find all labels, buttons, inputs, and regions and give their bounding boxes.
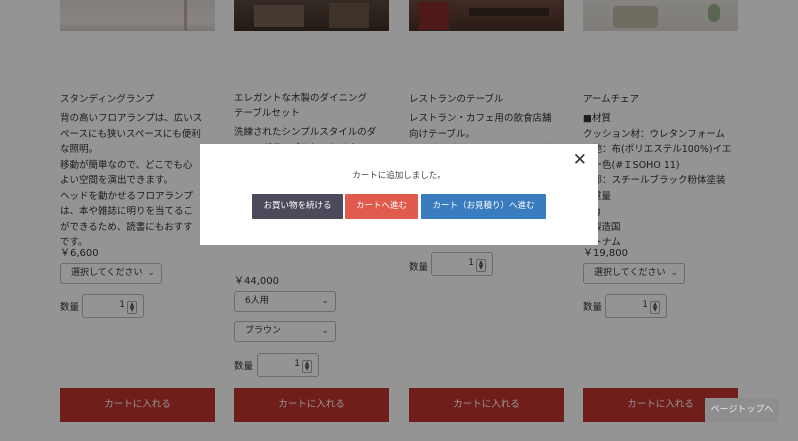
- go-to-estimate-button[interactable]: カート（お見積り）へ進む: [421, 194, 546, 219]
- go-to-cart-button[interactable]: カートへ進む: [345, 194, 418, 219]
- close-icon[interactable]: ✕: [573, 150, 587, 170]
- page-top-button[interactable]: ページトップへ: [705, 398, 779, 422]
- modal-message: カートに追加しました。: [352, 171, 446, 181]
- continue-shopping-button[interactable]: お買い物を続ける: [252, 194, 343, 219]
- cart-added-modal: ✕ カートに追加しました。 お買い物を続ける カートへ進む カート（お見積り）へ…: [200, 144, 598, 245]
